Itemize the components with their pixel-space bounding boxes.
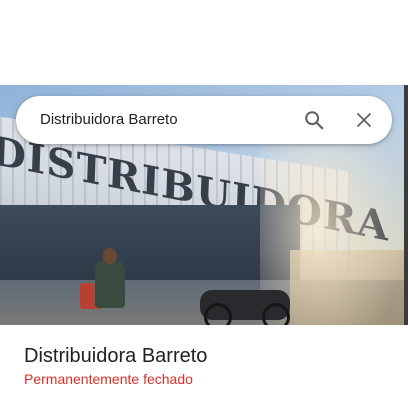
place-info-panel: Distribuidora Barreto Permanentemente fe… xyxy=(0,325,408,410)
search-box[interactable]: Distribuidora Barreto xyxy=(16,96,392,144)
search-input[interactable]: Distribuidora Barreto xyxy=(40,111,178,128)
top-blank-area xyxy=(0,0,408,85)
close-icon[interactable] xyxy=(350,106,378,134)
place-status: Permanentemente fechado xyxy=(24,371,193,387)
search-icon[interactable] xyxy=(300,106,328,134)
photo-person-head xyxy=(103,248,117,264)
place-title: Distribuidora Barreto xyxy=(24,345,208,367)
photo-person xyxy=(95,260,125,308)
right-edge-bar xyxy=(404,85,408,325)
photo-motorcycle-wheel xyxy=(262,303,290,325)
photo-motorcycle-wheel xyxy=(204,303,232,325)
